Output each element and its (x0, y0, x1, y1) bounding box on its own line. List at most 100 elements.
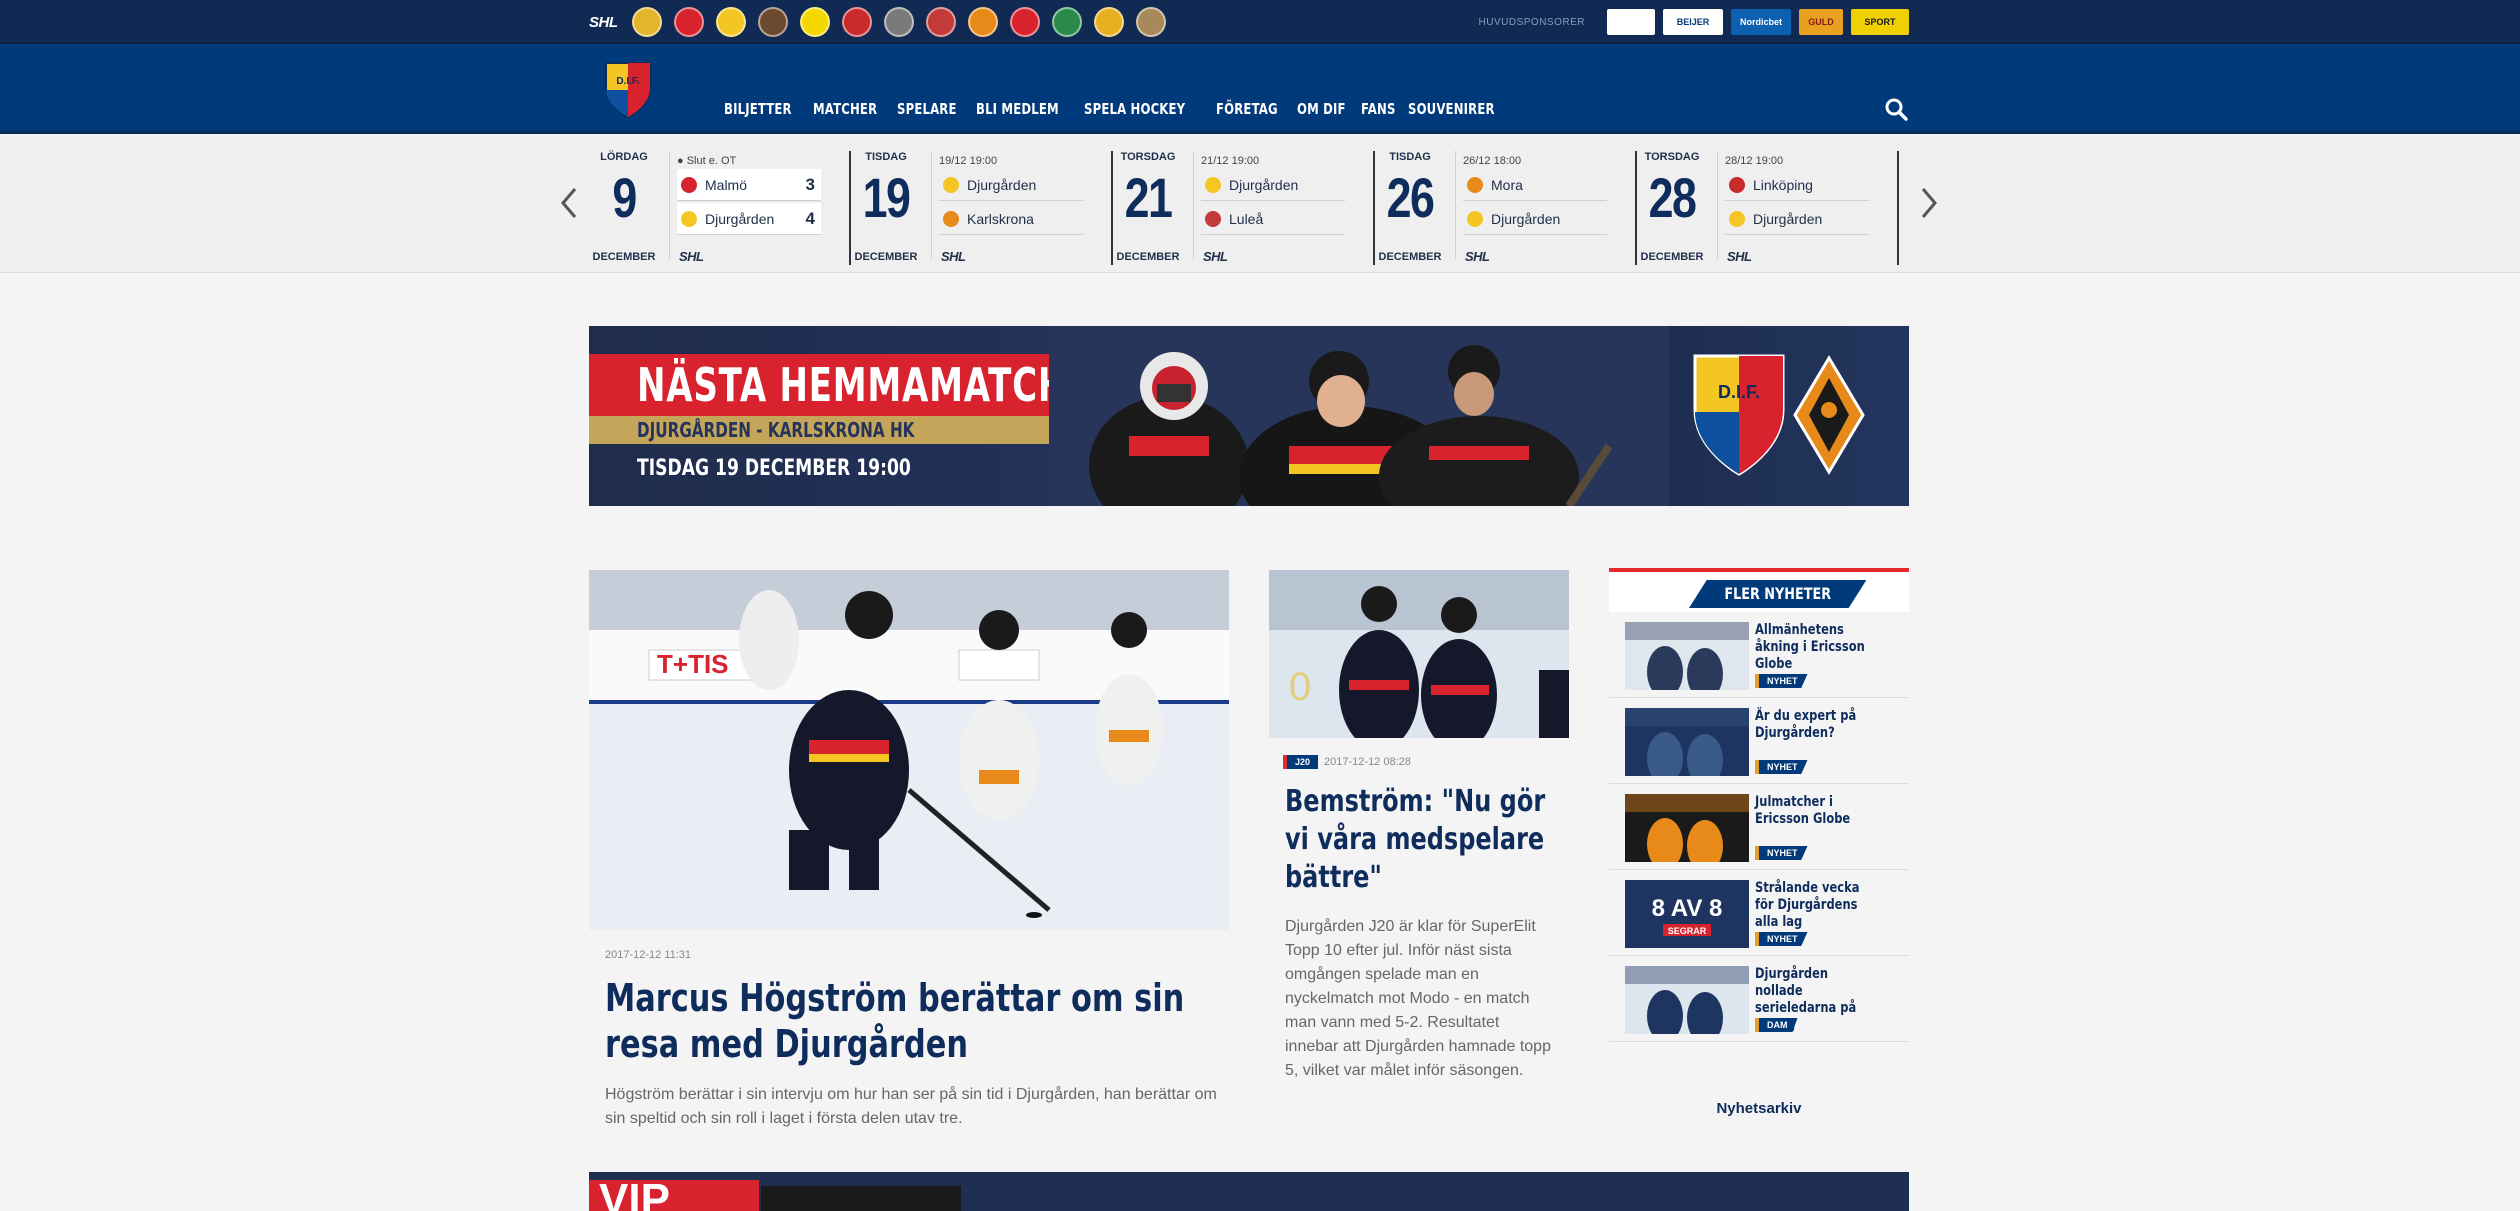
sidebar-news-tag[interactable]: NYHET (1755, 932, 1808, 946)
sidebar-news-thumbnail[interactable] (1625, 794, 1749, 862)
news-archive-link[interactable]: Nyhetsarkiv (1609, 1100, 1909, 1117)
main-article[interactable]: T+TIS 2017-12-12 11:31 Marcus Högström b… (589, 570, 1229, 1131)
nav-item-bli-medlem[interactable]: BLI MEDLEM (976, 100, 1059, 118)
nav-item-fans[interactable]: FANS (1361, 100, 1396, 118)
team-logo-icon[interactable] (757, 7, 788, 37)
second-article-tag[interactable]: J20 (1283, 755, 1319, 769)
sidebar-news-tag[interactable]: DAM (1755, 1018, 1798, 1032)
fixture-card[interactable]: TORSDAG 21 DECEMBER 21/12 19:00 Djurgård… (1113, 151, 1375, 265)
sidebar-news-thumbnail[interactable] (1625, 708, 1749, 776)
team-logo-icon (681, 210, 697, 227)
team-badges (631, 7, 1178, 37)
chevron-left-icon[interactable] (557, 185, 581, 221)
team-score: 4 (805, 208, 815, 228)
second-article-title[interactable]: Bemström: "Nu gör vi våra medspelare bät… (1285, 783, 1557, 897)
sidebar-news-tag[interactable]: NYHET (1755, 674, 1808, 688)
fixture-info: ● Slut e. OT (677, 155, 737, 167)
search-icon[interactable] (1883, 96, 1909, 122)
team-logo-icon[interactable] (883, 7, 914, 37)
fixture-away-team[interactable]: Djurgården 4 (677, 203, 821, 235)
fixture-card[interactable]: TISDAG 26 DECEMBER 26/12 18:00 Mora Djur… (1375, 151, 1637, 265)
team-name: Djurgården (705, 210, 775, 227)
sidebar-news-item[interactable]: Allmänhetens åkning i Ericsson Globe NYH… (1609, 612, 1909, 698)
sponsor-logo[interactable]: GULD (1799, 9, 1843, 35)
karlskrona-crest (1793, 355, 1865, 475)
nav-item-om-dif[interactable]: OM DIF (1297, 100, 1346, 118)
team-logo-icon[interactable] (1051, 7, 1082, 37)
nav-item-matcher[interactable]: MATCHER (813, 100, 877, 118)
nav-item-biljetter[interactable]: BILJETTER (724, 100, 792, 118)
main-article-title[interactable]: Marcus Högström berättar om sin resa med… (605, 975, 1197, 1067)
sponsor-logo[interactable]: Nordicbet (1731, 9, 1791, 35)
team-logo-icon[interactable] (967, 7, 998, 37)
next-home-match-banner[interactable]: NÄSTA HEMMAMATCH DJURGÅRDEN - KARLSKRONA… (589, 326, 1909, 506)
sidebar-news-item[interactable]: Är du expert på Djurgården? NYHET (1609, 698, 1909, 784)
team-name: Malmö (705, 176, 748, 193)
team-logo-icon[interactable] (925, 7, 956, 37)
team-logo-icon[interactable] (715, 7, 746, 37)
fixture-league-logo: SHL (1465, 249, 1490, 264)
second-article-image[interactable]: 0 (1269, 570, 1569, 751)
sidebar-news-title[interactable]: Är du expert på Djurgården? (1755, 708, 1878, 742)
sidebar-news-item[interactable]: Djurgården nollade serieledarna på poäng… (1609, 956, 1909, 1042)
fixture-away-team[interactable]: Luleå (1201, 203, 1345, 235)
fixture-divider (1193, 151, 1194, 259)
sponsor-logo[interactable]: BEIJER (1663, 9, 1723, 35)
team-logo-icon (1467, 176, 1483, 193)
fixture-home-team[interactable]: Djurgården (939, 169, 1083, 201)
fixture-home-team[interactable]: Malmö 3 (677, 169, 821, 201)
fixture-card[interactable]: TISDAG 19 DECEMBER 19/12 19:00 Djurgårde… (851, 151, 1113, 265)
fixture-home-team[interactable]: Djurgården (1201, 169, 1345, 201)
team-logo-icon (943, 210, 959, 227)
thumb-subtext: SEGRAR (1668, 926, 1707, 936)
main-nav: BILJETTER MATCHER SPELARE BLI MEDLEM SPELA H… (724, 100, 1543, 118)
more-news-sidebar: FLER NYHETER Allmänhetens åkning i Erics… (1609, 568, 1909, 1042)
sidebar-news-item[interactable]: Julmatcher i Ericsson Globe NYHET (1609, 784, 1909, 870)
fixture-away-team[interactable]: Djurgården (1463, 203, 1607, 235)
fixture-card[interactable]: TORSDAG 28 DECEMBER 28/12 19:00 Linköpin… (1637, 151, 1899, 265)
thumb-text: 8 AV 8 (1652, 895, 1723, 922)
fixture-date: 21 (1124, 166, 1173, 229)
banner-dif-crest: D.I.F. (1693, 354, 1785, 476)
sidebar-news-title[interactable]: Strålande vecka för Djurgårdens alla lag (1755, 880, 1878, 931)
team-logo-icon[interactable] (841, 7, 872, 37)
sidebar-news-item[interactable]: 8 AV 8 SEGRAR Strålande vecka för Djurgå… (1609, 870, 1909, 956)
sidebar-news-title[interactable]: Allmänhetens åkning i Ericsson Globe (1755, 622, 1878, 673)
team-logo-icon[interactable] (673, 7, 704, 37)
nav-item-souvenirer[interactable]: SOUVENIRER (1408, 100, 1495, 118)
nav-item-företag[interactable]: FÖRETAG (1216, 100, 1278, 118)
fixture-home-team[interactable]: Mora (1463, 169, 1607, 201)
nav-item-spelare[interactable]: SPELARE (897, 100, 957, 118)
sidebar-news-title[interactable]: Julmatcher i Ericsson Globe (1755, 794, 1878, 828)
team-logo-icon (1467, 210, 1483, 227)
vip-banner[interactable]: VIP (589, 1172, 1909, 1211)
sponsor-label: HUVUDSPONSORER (1478, 16, 1585, 28)
sidebar-news-list: Allmänhetens åkning i Ericsson Globe NYH… (1609, 612, 1909, 1042)
sponsor-logo[interactable] (1607, 9, 1655, 35)
chevron-right-icon[interactable] (1917, 185, 1941, 221)
team-logo-icon[interactable] (1135, 7, 1166, 37)
team-logo-icon (1729, 210, 1745, 227)
sidebar-news-tag[interactable]: NYHET (1755, 760, 1808, 774)
main-article-image[interactable]: T+TIS (589, 570, 1229, 930)
second-article[interactable]: 0 J20 2017-12-12 08:28 Bemström: "Nu gör… (1269, 570, 1569, 1083)
team-logo-icon[interactable] (799, 7, 830, 37)
team-logo-icon[interactable] (1009, 7, 1040, 37)
fixture-divider (931, 151, 932, 259)
fixture-away-team[interactable]: Djurgården (1725, 203, 1869, 235)
fixture-card[interactable]: LÖRDAG 9 DECEMBER ● Slut e. OT Malmö 3 D… (589, 151, 851, 265)
team-logo-icon[interactable] (1093, 7, 1124, 37)
dif-crest-logo[interactable]: D.I.F. (603, 60, 653, 120)
fixture-day: TORSDAG (1120, 151, 1176, 163)
nav-item-spela-hockey[interactable]: SPELA HOCKEY (1084, 100, 1185, 118)
sidebar-news-thumbnail[interactable] (1625, 966, 1749, 1034)
banner-crest-text: D.I.F. (1718, 382, 1760, 402)
sidebar-news-thumbnail[interactable]: 8 AV 8 SEGRAR (1625, 880, 1749, 948)
shl-logo[interactable]: SHL (589, 14, 618, 31)
team-logo-icon[interactable] (631, 7, 662, 37)
fixture-away-team[interactable]: Karlskrona (939, 203, 1083, 235)
fixture-home-team[interactable]: Linköping (1725, 169, 1869, 201)
sponsor-logo[interactable]: SPORT (1851, 9, 1909, 35)
sidebar-news-thumbnail[interactable] (1625, 622, 1749, 690)
sidebar-news-tag[interactable]: NYHET (1755, 846, 1808, 860)
